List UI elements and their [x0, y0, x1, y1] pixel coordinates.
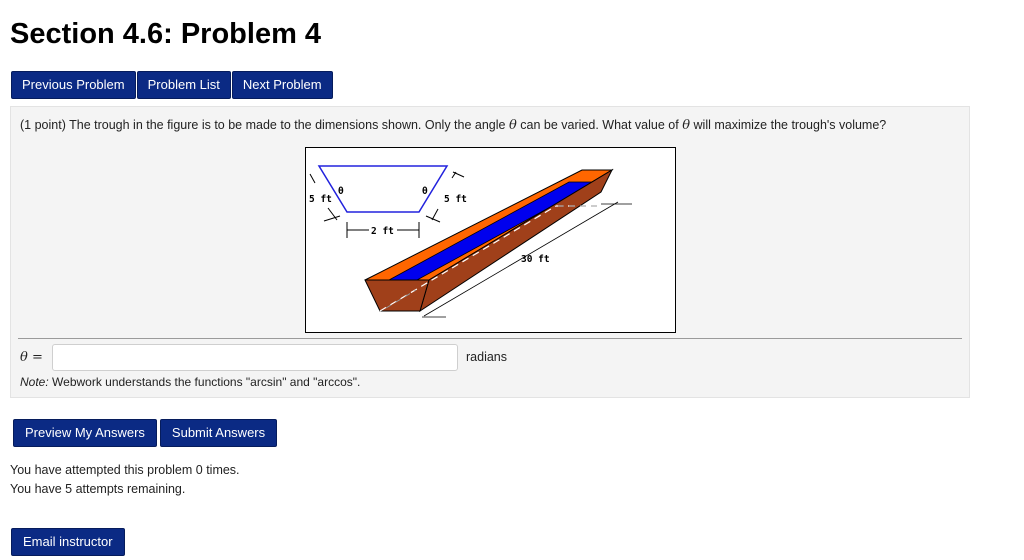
label-5ft-right: 5 ft: [444, 194, 467, 205]
dimension-tick: [309, 173, 316, 184]
answer-input[interactable]: [52, 344, 458, 371]
answer-actions: Preview My Answers Submit Answers: [13, 419, 280, 447]
problem-text-1: The trough in the figure is to be made t…: [69, 118, 506, 132]
answer-units: radians: [466, 350, 507, 364]
note-text: Webwork understands the functions "arcsi…: [52, 375, 361, 389]
attempts-remaining: You have 5 attempts remaining.: [10, 482, 186, 496]
email-instructor-button[interactable]: Email instructor: [11, 528, 125, 556]
problem-nav: Previous Problem Problem List Next Problem: [11, 71, 334, 99]
problem-text-2: can be varied. What value of: [520, 118, 679, 132]
preview-answers-button[interactable]: Preview My Answers: [13, 419, 157, 447]
label-30ft: 30 ft: [521, 254, 550, 265]
label-theta-left: θ: [338, 186, 344, 197]
problem-list-button[interactable]: Problem List: [136, 71, 231, 99]
next-problem-button[interactable]: Next Problem: [231, 71, 333, 99]
trough-end: [364, 279, 430, 312]
attempt-status: You have attempted this problem 0 times.…: [10, 461, 240, 499]
problem-points: (1 point): [20, 118, 66, 132]
label-5ft-left: 5 ft: [309, 194, 332, 205]
attempts-made: You have attempted this problem 0 times.: [10, 463, 240, 477]
label-2ft: 2 ft: [371, 226, 394, 237]
theta-symbol: θ: [508, 118, 517, 133]
page-title: Section 4.6: Problem 4: [10, 18, 322, 50]
problem-panel: (1 point) The trough in the figure is to…: [10, 106, 970, 398]
theta-symbol: θ: [682, 118, 691, 133]
problem-statement: (1 point) The trough in the figure is to…: [20, 118, 886, 133]
dimension-tick: [431, 208, 439, 221]
submit-answers-button[interactable]: Submit Answers: [159, 419, 278, 447]
note-label: Note:: [20, 375, 49, 389]
answer-label: θ =: [20, 350, 43, 365]
trough-diagram: 5 ft 5 ft θ θ 2 ft 30 ft: [309, 165, 632, 318]
trough-figure: 5 ft 5 ft θ θ 2 ft 30 ft: [305, 147, 676, 333]
dimension-tick: [425, 215, 441, 223]
problem-text-3: will maximize the trough's volume?: [693, 118, 887, 132]
note: Note: Webwork understands the functions …: [20, 375, 360, 389]
trough-water: [388, 181, 597, 281]
label-theta-right: θ: [422, 186, 428, 197]
divider: [18, 338, 962, 339]
previous-problem-button[interactable]: Previous Problem: [11, 71, 136, 99]
dimension-tick: [323, 215, 341, 222]
